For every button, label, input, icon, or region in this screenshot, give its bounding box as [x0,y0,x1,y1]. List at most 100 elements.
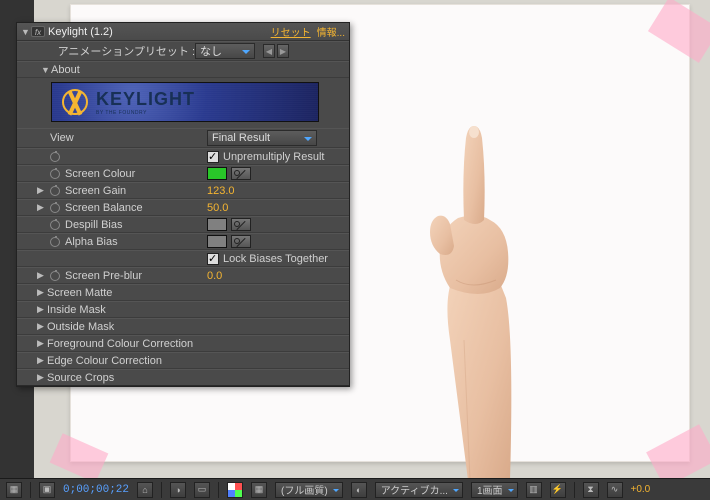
current-timecode[interactable]: 0;00;00;22 [63,484,129,496]
logo-name: KEYLIGHT [96,89,195,110]
toggle-alpha-icon[interactable]: ▦ [6,482,22,498]
animation-preset-row: アニメーションプリセット : なし ◀ ▶ [17,41,349,61]
stopwatch-icon[interactable] [50,203,60,213]
group-label: Edge Colour Correction [47,355,162,367]
alpha-bias-label: Alpha Bias [65,236,118,248]
channel-icon[interactable]: ▦ [251,482,267,498]
pixel-aspect-icon[interactable]: ▥ [526,482,542,498]
resolution-value: (フル画質) [281,482,328,497]
twirl-right-icon[interactable]: ▶ [37,202,47,213]
preset-next-button[interactable]: ▶ [277,44,289,58]
view-value: Final Result [212,132,270,144]
twirl-down-icon[interactable]: ▼ [41,65,51,75]
about-label: About [51,64,80,76]
eyedropper-icon[interactable] [231,218,251,231]
twirl-right-icon[interactable]: ▶ [37,372,47,383]
group-label: Inside Mask [47,304,106,316]
screen-colour-row: Screen Colour [17,165,349,182]
view-row: View Final Result [17,128,349,148]
view-layout-value: 1画面 [477,482,503,497]
preset-label: アニメーションプリセット : [58,43,195,59]
preset-value: なし [200,43,222,59]
twirl-right-icon[interactable]: ▶ [37,270,47,281]
logo-subtitle: BY THE FOUNDRY [96,110,195,116]
lock-biases-checkbox[interactable] [207,253,219,265]
unpremultiply-label: Unpremultiply Result [223,151,324,163]
eyedropper-icon[interactable] [231,167,251,180]
screen-balance-row: ▶ Screen Balance 50.0 [17,199,349,216]
twirl-right-icon[interactable]: ▶ [37,185,47,196]
stopwatch-icon[interactable] [50,152,60,162]
screen-preblur-label: Screen Pre-blur [65,270,142,282]
alpha-bias-swatch[interactable] [207,235,227,248]
snapshot-icon[interactable]: ▣ [39,482,55,498]
exposure-icon[interactable]: ◐ [351,482,367,498]
twirl-down-icon[interactable]: ▼ [21,27,31,37]
screen-gain-row: ▶ Screen Gain 123.0 [17,182,349,199]
effect-controls-panel: ▼ fx Keylight (1.2) リセット 情報... アニメーションプリ… [16,22,350,387]
region-icon[interactable]: ▭ [194,482,210,498]
group-inside-mask[interactable]: ▶ Inside Mask [17,301,349,318]
fast-previews-icon[interactable]: ⚡ [550,482,566,498]
screen-balance-label: Screen Balance [65,202,143,214]
despill-bias-swatch[interactable] [207,218,227,231]
resolution-select[interactable]: (フル画質) [275,482,343,498]
twirl-right-icon[interactable]: ▶ [37,304,47,315]
unpremultiply-row: Unpremultiply Result [17,148,349,165]
view-select[interactable]: Final Result [207,130,317,146]
twirl-right-icon[interactable]: ▶ [37,355,47,366]
group-label: Foreground Colour Correction [47,338,193,350]
timeline-icon[interactable]: ⧗ [583,482,599,498]
twirl-right-icon[interactable]: ▶ [37,338,47,349]
effect-title: Keylight (1.2) [48,26,265,38]
group-edge-cc[interactable]: ▶ Edge Colour Correction [17,352,349,369]
twirl-right-icon[interactable]: ▶ [37,287,47,298]
reset-link[interactable]: リセット [271,24,311,39]
camera-value: アクティブカ... [381,482,448,497]
screen-colour-swatch[interactable] [207,167,227,180]
group-foreground-cc[interactable]: ▶ Foreground Colour Correction [17,335,349,352]
graph-icon[interactable]: ∿ [607,482,623,498]
camera-select[interactable]: アクティブカ... [375,482,463,498]
group-label: Screen Matte [47,287,112,299]
despill-bias-label: Despill Bias [65,219,122,231]
group-label: Outside Mask [47,321,114,333]
camera-icon[interactable]: ⌂ [137,482,153,498]
twirl-right-icon[interactable]: ▶ [37,321,47,332]
alpha-bias-row: Alpha Bias [17,233,349,250]
preset-prev-button[interactable]: ◀ [263,44,275,58]
stopwatch-icon[interactable] [50,186,60,196]
screen-balance-value[interactable]: 50.0 [207,202,228,214]
panel-header: ▼ fx Keylight (1.2) リセット 情報... [17,23,349,41]
mask-icon[interactable]: ◑ [170,482,186,498]
screen-preblur-value[interactable]: 0.0 [207,270,222,282]
screen-colour-label: Screen Colour [65,168,135,180]
stopwatch-icon[interactable] [50,271,60,281]
keylight-logo-row: KEYLIGHT BY THE FOUNDRY [17,78,349,128]
group-source-crops[interactable]: ▶ Source Crops [17,369,349,386]
group-screen-matte[interactable]: ▶ Screen Matte [17,284,349,301]
about-row[interactable]: ▼ About [17,61,349,78]
transparency-grid-icon[interactable] [227,482,243,498]
view-label: View [50,132,74,144]
unpremultiply-checkbox[interactable] [207,151,219,163]
screen-gain-label: Screen Gain [65,185,126,197]
info-link[interactable]: 情報... [317,24,345,39]
despill-bias-row: Despill Bias [17,216,349,233]
fx-icon[interactable]: fx [31,26,45,37]
view-layout-select[interactable]: 1画面 [471,482,518,498]
preset-select[interactable]: なし [195,43,255,59]
group-label: Source Crops [47,372,114,384]
keylight-logo: KEYLIGHT BY THE FOUNDRY [51,82,319,122]
viewer-footer: ▦ ▣ 0;00;00;22 ⌂ ◑ ▭ ▦ (フル画質) ◐ アクティブカ..… [0,478,710,500]
screen-preblur-row: ▶ Screen Pre-blur 0.0 [17,267,349,284]
stopwatch-icon[interactable] [50,169,60,179]
screen-gain-value[interactable]: 123.0 [207,185,235,197]
lock-biases-label: Lock Biases Together [223,253,328,265]
lock-biases-row: Lock Biases Together [17,250,349,267]
exposure-value[interactable]: +0.0 [631,484,651,495]
eyedropper-icon[interactable] [231,235,251,248]
stopwatch-icon[interactable] [50,237,60,247]
stopwatch-icon[interactable] [50,220,60,230]
group-outside-mask[interactable]: ▶ Outside Mask [17,318,349,335]
